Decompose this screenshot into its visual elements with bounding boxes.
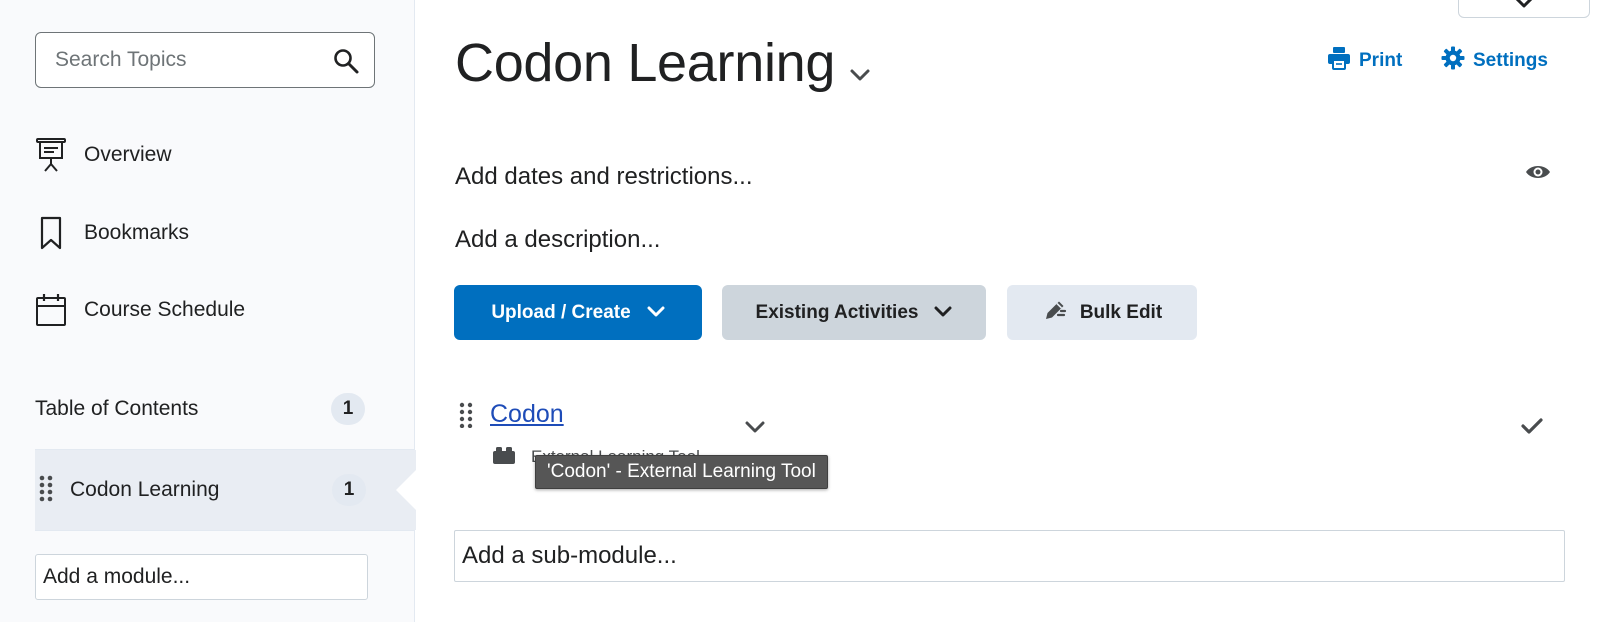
- sidebar-item-overview[interactable]: Overview: [35, 135, 172, 175]
- existing-activities-button[interactable]: Existing Activities: [722, 285, 986, 340]
- sidebar: Overview Bookmarks Course Schedule Table…: [0, 0, 416, 622]
- table-of-contents[interactable]: Table of Contents 1: [35, 386, 365, 431]
- add-description-link[interactable]: Add a description...: [455, 226, 660, 254]
- selection-arrow: [396, 470, 416, 510]
- top-dropdown-toggle[interactable]: [1458, 0, 1590, 18]
- upload-create-button[interactable]: Upload / Create: [454, 285, 702, 340]
- module-label: Codon Learning: [70, 478, 220, 501]
- sidebar-item-bookmarks[interactable]: Bookmarks: [35, 213, 189, 253]
- search-box: [35, 32, 375, 88]
- bookmark-icon: [35, 215, 67, 251]
- chevron-down-icon: [934, 302, 952, 324]
- topic-title-link[interactable]: Codon: [490, 400, 564, 429]
- chevron-down-icon: [647, 302, 665, 324]
- sidebar-module-codon-learning[interactable]: Codon Learning 1: [35, 450, 416, 530]
- drag-handle-icon[interactable]: [38, 474, 60, 507]
- toc-count-badge: 1: [331, 392, 365, 425]
- button-label: Upload / Create: [491, 301, 631, 323]
- gear-icon: [1441, 46, 1465, 75]
- print-label: Print: [1359, 49, 1403, 71]
- toc-label: Table of Contents: [35, 396, 199, 420]
- add-dates-restrictions-link[interactable]: Add dates and restrictions...: [455, 163, 753, 191]
- drag-handle-icon[interactable]: [459, 402, 473, 433]
- bulk-edit-button[interactable]: Bulk Edit: [1007, 285, 1197, 340]
- page-title: Codon Learning: [455, 33, 836, 93]
- chevron-down-icon: [1513, 0, 1535, 14]
- settings-button[interactable]: Settings: [1441, 46, 1548, 75]
- topic-tooltip: 'Codon' - External Learning Tool: [535, 455, 828, 489]
- sidebar-item-label: Course Schedule: [84, 298, 246, 321]
- divider: [35, 530, 415, 531]
- printer-icon: [1327, 46, 1351, 75]
- checkmark-icon: [1521, 417, 1543, 440]
- sidebar-item-label: Bookmarks: [84, 221, 190, 244]
- sidebar-item-label: Overview: [84, 143, 172, 166]
- add-submodule-input[interactable]: Add a sub-module...: [454, 530, 1565, 582]
- add-module-input[interactable]: Add a module...: [35, 554, 368, 600]
- search-input[interactable]: [36, 33, 306, 87]
- visibility-eye-icon[interactable]: [1525, 163, 1551, 186]
- title-menu-chevron-icon[interactable]: [849, 68, 871, 87]
- presentation-icon: [35, 137, 67, 173]
- module-count-badge: 1: [332, 474, 366, 506]
- button-label: Existing Activities: [755, 301, 919, 323]
- pencil-edit-icon: [1042, 297, 1068, 329]
- sidebar-item-course-schedule[interactable]: Course Schedule: [35, 290, 245, 330]
- search-icon[interactable]: [332, 47, 360, 75]
- settings-label: Settings: [1473, 49, 1548, 71]
- puzzle-piece-icon: [492, 445, 516, 470]
- print-button[interactable]: Print: [1327, 46, 1402, 75]
- topic-menu-chevron-icon[interactable]: [744, 420, 766, 439]
- button-label: Bulk Edit: [1079, 301, 1163, 323]
- calendar-icon: [35, 292, 67, 328]
